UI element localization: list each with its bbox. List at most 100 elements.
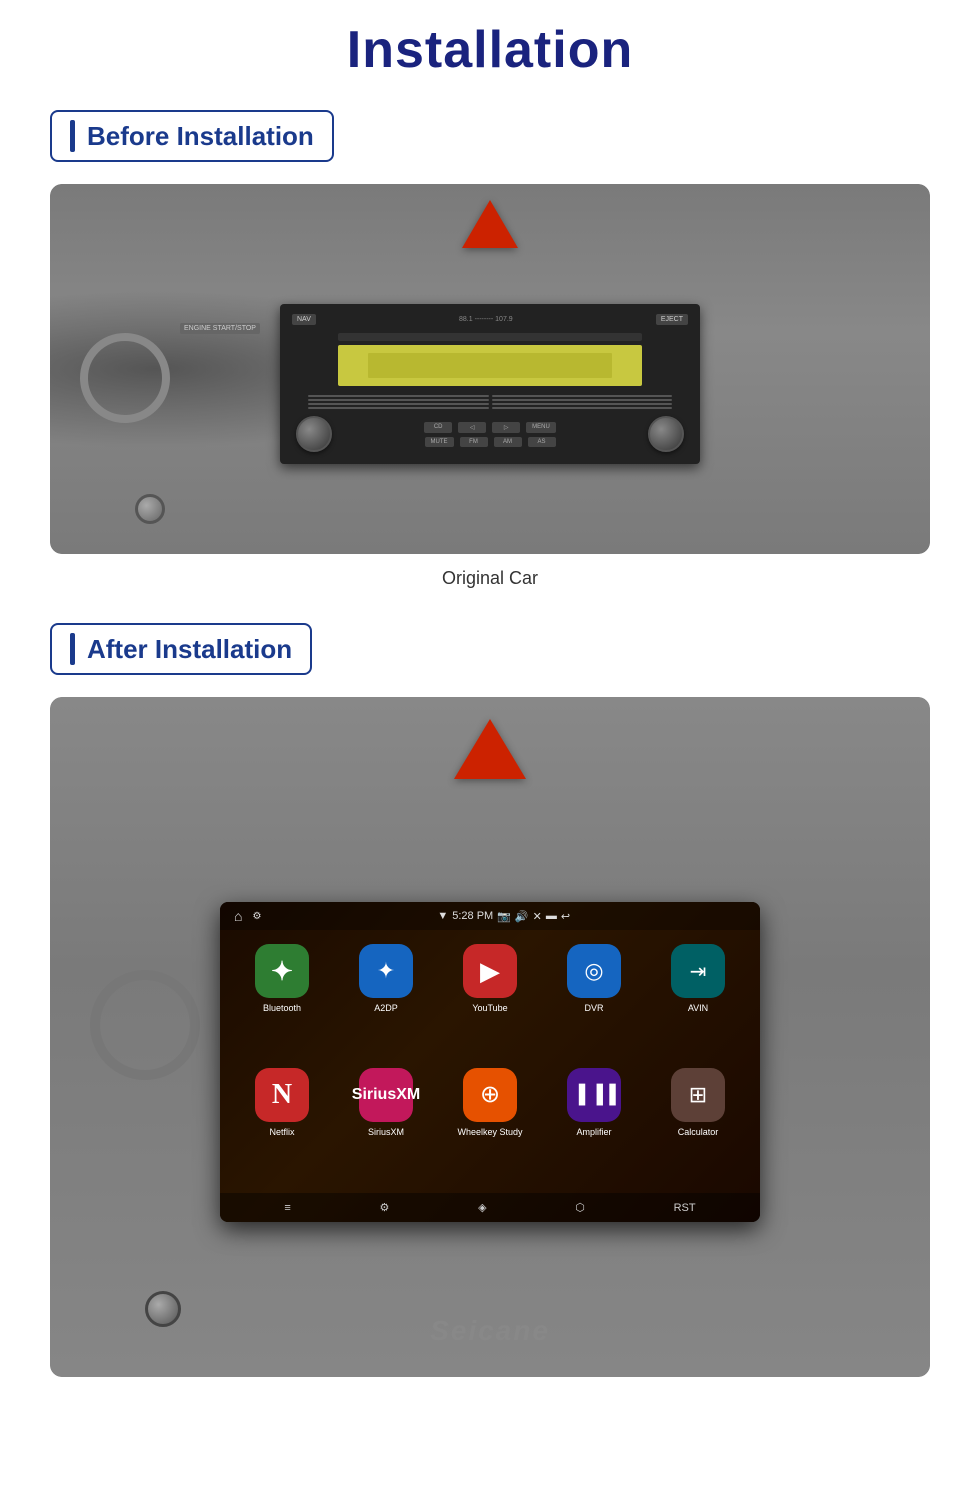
control-line-1 — [308, 395, 489, 397]
android-screen: ⌂ ⚙ ▼ 5:28 PM 📷 🔊 ✕ ▬ ↩ — [220, 902, 760, 1222]
netflix-app-label: Netflix — [269, 1127, 294, 1137]
ignition-circle — [135, 494, 165, 524]
radio-left-knob[interactable] — [296, 416, 332, 452]
bluetooth-app-icon: ✦ — [255, 944, 309, 998]
youtube-app-icon: ▶ — [463, 944, 517, 998]
after-steering-circle — [90, 970, 200, 1080]
radio-fm-btn[interactable]: FM — [460, 437, 488, 447]
status-time: 5:28 PM — [452, 910, 493, 922]
radio-as-btn[interactable]: AS — [528, 437, 556, 447]
control-line-2 — [308, 399, 489, 401]
dvr-app-label: DVR — [584, 1003, 603, 1013]
close-icon: ✕ — [533, 910, 542, 923]
camera-icon: 📷 — [497, 910, 511, 923]
bottom-dock: ≡ ⚙ ◈ ⬡ RST — [220, 1193, 760, 1222]
wifi-icon: ⚙ — [252, 911, 261, 922]
youtube-app-label: YouTube — [472, 1003, 507, 1013]
netflix-app-icon: N — [255, 1068, 309, 1122]
after-installation-label: After Installation — [87, 634, 292, 665]
radio-freq-display: 88.1 -------- 107.9 — [316, 316, 656, 323]
back-icon: ↩ — [561, 910, 570, 923]
app-item-dvr[interactable]: ◎ DVR — [548, 944, 640, 1056]
app-item-youtube[interactable]: ▶ YouTube — [444, 944, 536, 1056]
app-item-calculator[interactable]: ⊞ Calculator — [652, 1068, 744, 1180]
control-line-4 — [308, 407, 489, 409]
avin-app-label: AVIN — [688, 1003, 708, 1013]
radio-unit: NAV 88.1 -------- 107.9 EJECT — [280, 304, 700, 464]
after-ignition — [145, 1291, 181, 1327]
radio-menu-btn[interactable]: MENU — [526, 422, 556, 433]
radio-am-btn[interactable]: AM — [494, 437, 522, 447]
control-line-5 — [492, 395, 673, 397]
radio-eject-btn: EJECT — [656, 314, 688, 325]
display-screen-inner — [368, 353, 611, 378]
home-icon[interactable]: ⌂ — [234, 908, 242, 924]
siriusxm-app-icon: SiriusXM — [359, 1068, 413, 1122]
radio-display-screen — [338, 345, 642, 386]
dock-icon-5[interactable]: RST — [674, 1202, 696, 1214]
radio-nav-btn: NAV — [292, 314, 316, 325]
page-container: Installation Before Installation ENGINE … — [0, 0, 980, 1431]
status-time-area: ▼ 5:28 PM 📷 🔊 ✕ ▬ ↩ — [437, 910, 570, 923]
page-title: Installation — [50, 20, 930, 80]
radio-btn-row-2: MUTE FM AM AS — [342, 437, 638, 447]
volume-icon: 🔊 — [515, 910, 529, 923]
engine-badge: ENGINE START/STOP — [180, 323, 260, 334]
avin-app-icon: ⇥ — [671, 944, 725, 998]
disc-slot — [338, 333, 642, 341]
app-item-netflix[interactable]: N Netflix — [236, 1068, 328, 1180]
after-car-image: ⌂ ⚙ ▼ 5:28 PM 📷 🔊 ✕ ▬ ↩ — [50, 697, 930, 1377]
app-item-amplifier[interactable]: ▐ ▐▐ Amplifier — [548, 1068, 640, 1180]
steering-circle — [80, 333, 170, 423]
bluetooth-app-label: Bluetooth — [263, 1003, 301, 1013]
seicane-brand: Seicane — [430, 1315, 550, 1347]
wheelkey-app-label: Wheelkey Study — [457, 1127, 522, 1137]
original-car-caption: Original Car — [50, 568, 930, 589]
amplifier-app-icon: ▐ ▐▐ — [567, 1068, 621, 1122]
radio-next-btn[interactable]: ▷ — [492, 422, 520, 433]
dock-icon-1[interactable]: ≡ — [284, 1202, 290, 1214]
dock-icon-4[interactable]: ⬡ — [575, 1201, 585, 1214]
dock-icon-2[interactable]: ⚙ — [380, 1201, 390, 1214]
control-line-6 — [492, 399, 673, 401]
a2dp-app-icon: ✦ — [359, 944, 413, 998]
app-item-siriusxm[interactable]: SiriusXM SiriusXM — [340, 1068, 432, 1180]
radio-cd-btn[interactable]: CD — [424, 422, 452, 433]
after-car-visual: ⌂ ⚙ ▼ 5:28 PM 📷 🔊 ✕ ▬ ↩ — [50, 697, 930, 1377]
radio-bottom-section: CD ◁ ▷ MENU MUTE FM AM AS — [288, 412, 692, 456]
radio-top-row: NAV 88.1 -------- 107.9 EJECT — [288, 312, 692, 327]
left-controls — [308, 395, 489, 409]
before-installation-badge: Before Installation — [50, 110, 334, 162]
app-item-bluetooth[interactable]: ✦ Bluetooth — [236, 944, 328, 1056]
radio-mute-btn[interactable]: MUTE — [425, 437, 454, 447]
radio-prev-btn[interactable]: ◁ — [458, 422, 486, 433]
calculator-app-label: Calculator — [678, 1127, 719, 1137]
radio-controls-row — [308, 395, 672, 409]
minimize-icon: ▬ — [546, 910, 557, 922]
control-line-8 — [492, 407, 673, 409]
signal-icon: ▼ — [437, 910, 448, 922]
after-installation-badge: After Installation — [50, 623, 312, 675]
before-car-image: ENGINE START/STOP NAV 88.1 -------- 107.… — [50, 184, 930, 554]
amplifier-app-label: Amplifier — [576, 1127, 611, 1137]
badge-bar — [70, 120, 75, 152]
wheelkey-app-icon: ⊕ — [463, 1068, 517, 1122]
app-grid: ✦ Bluetooth ✦ A2DP — [220, 930, 760, 1193]
radio-right-knob[interactable] — [648, 416, 684, 452]
right-controls — [492, 395, 673, 409]
siriusxm-app-label: SiriusXM — [368, 1127, 404, 1137]
a2dp-app-label: A2DP — [374, 1003, 398, 1013]
before-car-inner: ENGINE START/STOP NAV 88.1 -------- 107.… — [50, 184, 930, 554]
steering-wheel-area: ENGINE START/STOP — [80, 333, 200, 453]
status-bar: ⌂ ⚙ ▼ 5:28 PM 📷 🔊 ✕ ▬ ↩ — [220, 902, 760, 930]
dock-icon-3[interactable]: ◈ — [478, 1201, 486, 1214]
app-item-avin[interactable]: ⇥ AVIN — [652, 944, 744, 1056]
after-car-inner: ⌂ ⚙ ▼ 5:28 PM 📷 🔊 ✕ ▬ ↩ — [50, 697, 930, 1377]
after-hazard-triangle-icon — [454, 719, 526, 779]
app-item-wheelkey[interactable]: ⊕ Wheelkey Study — [444, 1068, 536, 1180]
after-ignition-circle — [145, 1291, 181, 1327]
after-badge-bar — [70, 633, 75, 665]
radio-buttons-grid: CD ◁ ▷ MENU MUTE FM AM AS — [342, 422, 638, 447]
ignition-area — [135, 494, 165, 524]
app-item-a2dp[interactable]: ✦ A2DP — [340, 944, 432, 1056]
